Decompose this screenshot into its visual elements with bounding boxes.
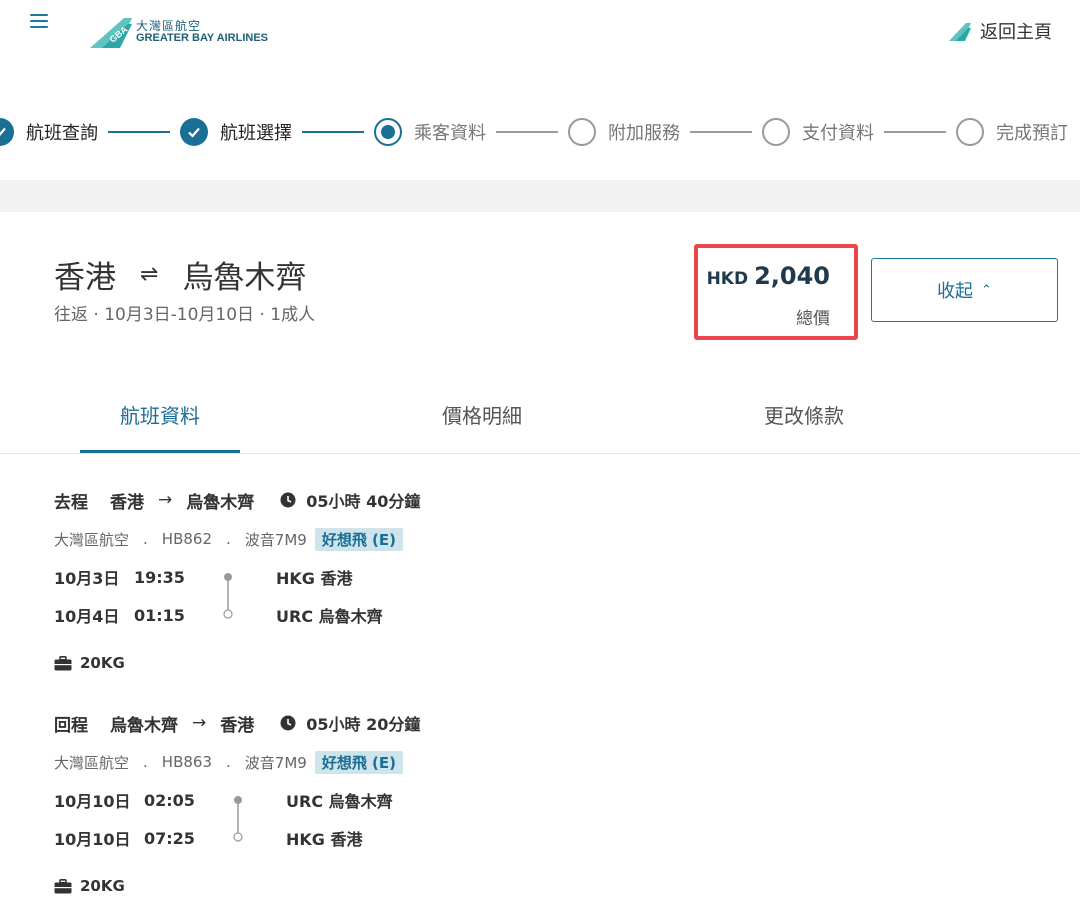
- separator: .: [226, 753, 231, 771]
- tab-price-breakdown[interactable]: 價格明細: [402, 400, 562, 429]
- check-icon: [180, 118, 208, 146]
- step-payment: 支付資料: [762, 118, 874, 146]
- clock-icon: [280, 492, 296, 508]
- baggage-allowance: 20KG: [80, 877, 125, 895]
- arrow-right-icon: →: [192, 713, 207, 733]
- return-leg: 回程 烏魯木齊 → 香港 05小時 20分鐘 大灣區航空 . HB863 . 波…: [54, 711, 754, 897]
- airline-name: 大灣區航空: [54, 530, 130, 549]
- total-price-box: HKD 2,040 總價: [694, 244, 858, 340]
- baggage-allowance: 20KG: [80, 654, 125, 672]
- arrival-airport: HKG 香港: [286, 830, 363, 849]
- suitcase-icon: [54, 878, 72, 893]
- leg-duration: 05小時 40分鐘: [306, 492, 421, 511]
- departure-date: 10月10日: [54, 792, 131, 811]
- price-amount: 2,040: [754, 262, 830, 290]
- step-label: 乘客資料: [414, 123, 486, 144]
- price-currency: HKD: [706, 269, 749, 289]
- aircraft-type: 波音7M9: [244, 530, 307, 549]
- arrival-time: 01:15: [134, 605, 185, 625]
- leg-destination: 烏魯木齊: [186, 492, 255, 513]
- step-label: 完成預訂: [996, 123, 1068, 144]
- step-passenger-info: 乘客資料: [374, 118, 486, 146]
- departure-airport: URC 烏魯木齊: [286, 792, 393, 811]
- step-label: 航班選擇: [220, 123, 292, 144]
- total-price-label: 總價: [796, 309, 830, 329]
- plane-tail-icon: [949, 23, 971, 41]
- booking-progress-stepper: 航班查詢 航班選擇 乘客資料 附加服務 支付資料 完成預訂: [0, 112, 1068, 152]
- departure-row: 10月10日 02:05 URC 烏魯木齊: [54, 781, 754, 819]
- header: GBA 大灣區航空 GREATER BAY AIRLINES 返回主頁: [0, 0, 1080, 70]
- detail-tabs: 航班資料 價格明細 更改條款: [0, 382, 1080, 454]
- leg-origin: 烏魯木齊: [110, 715, 178, 736]
- clock-icon: [280, 715, 296, 731]
- leg-type: 回程: [54, 715, 88, 736]
- logo[interactable]: GBA 大灣區航空 GREATER BAY AIRLINES: [88, 14, 268, 50]
- pending-step-indicator: [956, 118, 984, 146]
- separator: .: [143, 530, 148, 548]
- airline-name: 大灣區航空: [54, 753, 130, 772]
- step-connector: [302, 131, 364, 133]
- back-to-home-link[interactable]: 返回主頁: [948, 18, 1052, 44]
- arrival-row: 10月4日 01:15 URC 烏魯木齊: [54, 596, 754, 634]
- arrival-date: 10月10日: [54, 830, 131, 849]
- route-title: 香港 ⇌ 烏魯木齊: [54, 252, 306, 297]
- departure-time: 19:35: [134, 567, 185, 587]
- step-connector: [690, 131, 752, 133]
- leg-origin: 香港: [110, 492, 144, 513]
- departure-time: 02:05: [144, 790, 195, 810]
- round-trip-icon: ⇌: [140, 262, 159, 287]
- departure-airport: HKG 香港: [276, 569, 353, 588]
- step-flight-search[interactable]: 航班查詢: [0, 118, 98, 146]
- back-to-home-label: 返回主頁: [980, 22, 1052, 43]
- logo-icon: GBA: [90, 18, 132, 48]
- active-tab-indicator: [80, 450, 240, 453]
- menu-icon[interactable]: [30, 14, 48, 30]
- destination-city: 烏魯木齊: [182, 260, 307, 296]
- separator: .: [143, 753, 148, 771]
- step-connector: [108, 131, 170, 133]
- section-divider: [0, 180, 1080, 212]
- tab-change-terms[interactable]: 更改條款: [724, 400, 884, 429]
- arrival-date: 10月4日: [54, 607, 120, 626]
- arrival-row: 10月10日 07:25 HKG 香港: [54, 819, 754, 857]
- cabin-class-badge: 好想飛 (E): [314, 750, 403, 774]
- logo-chinese-name: 大灣區航空: [136, 18, 202, 33]
- outbound-leg: 去程 香港 → 烏魯木齊 05小時 40分鐘 大灣區航空 . HB862 . 波…: [54, 488, 754, 674]
- cabin-class-badge: 好想飛 (E): [314, 527, 403, 551]
- flight-number: HB863: [161, 753, 212, 771]
- origin-city: 香港: [54, 260, 116, 296]
- step-connector: [884, 131, 946, 133]
- step-complete: 完成預訂: [956, 118, 1068, 146]
- logo-english-name: GREATER BAY AIRLINES: [136, 31, 269, 44]
- collapse-button[interactable]: 收起 ⌃: [871, 258, 1058, 322]
- arrow-right-icon: →: [158, 490, 173, 510]
- flight-number: HB862: [161, 530, 212, 548]
- step-label: 航班查詢: [26, 123, 98, 144]
- departure-date: 10月3日: [54, 569, 120, 588]
- step-add-ons: 附加服務: [568, 118, 680, 146]
- pending-step-indicator: [568, 118, 596, 146]
- arrival-airport: URC 烏魯木齊: [276, 607, 383, 626]
- tab-flight-info[interactable]: 航班資料: [80, 400, 240, 429]
- check-icon: [0, 118, 14, 146]
- current-step-indicator: [374, 118, 402, 146]
- leg-destination: 香港: [220, 715, 255, 736]
- departure-row: 10月3日 19:35 HKG 香港: [54, 558, 754, 596]
- leg-type: 去程: [54, 492, 88, 513]
- step-label: 支付資料: [802, 123, 874, 144]
- step-flight-selection[interactable]: 航班選擇: [180, 118, 292, 146]
- step-connector: [496, 131, 558, 133]
- aircraft-type: 波音7M9: [244, 753, 307, 772]
- collapse-label: 收起: [937, 281, 974, 302]
- arrival-time: 07:25: [144, 828, 195, 848]
- pending-step-indicator: [762, 118, 790, 146]
- separator: .: [226, 530, 231, 548]
- step-label: 附加服務: [608, 123, 680, 144]
- chevron-up-icon: ⌃: [981, 282, 992, 298]
- suitcase-icon: [54, 655, 72, 670]
- trip-subtitle: 往返 · 10月3日-10月10日 · 1成人: [54, 305, 316, 325]
- leg-duration: 05小時 20分鐘: [306, 715, 421, 734]
- booking-summary-card: 香港 ⇌ 烏魯木齊 往返 · 10月3日-10月10日 · 1成人 HKD 2,…: [0, 212, 1080, 902]
